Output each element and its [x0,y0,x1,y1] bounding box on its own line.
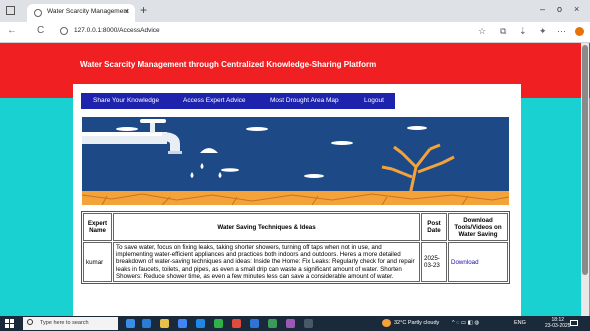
language-indicator[interactable]: ENG [514,320,526,326]
app-icon-generic[interactable] [214,319,223,328]
clock-date: 23-03-2025 [545,323,571,329]
nav-access-expert-advice[interactable]: Access Expert Advice [183,97,246,104]
search-icon [27,319,33,325]
clock[interactable]: 18:12 23-03-2025 [545,317,571,329]
url-text: 127.0.0.1:8000/AccessAdvice [74,27,160,34]
weather-text: 32°C Partly cloudy [394,320,440,326]
weather-icon[interactable] [382,319,391,327]
minimize-icon[interactable]: – [540,4,545,14]
browser-tab[interactable]: Water Scarcity Management × [27,4,135,22]
page-scrollbar[interactable] [581,43,589,316]
window-menu-icon[interactable] [6,6,15,15]
close-window-icon[interactable]: × [574,4,579,14]
drought-tap-illustration [82,117,509,205]
nav-drought-area-map[interactable]: Most Drought Area Map [270,97,339,104]
maximize-icon[interactable]: o [557,4,562,14]
header-download: Download Tools/Videos on Water Saving [448,213,508,241]
post-date: 2025-03-23 [421,242,447,283]
page-viewport: Water Scarcity Management through Centra… [0,43,590,316]
site-info-icon[interactable] [60,27,68,35]
app-icon-browser[interactable] [196,319,205,328]
globe-icon [34,9,42,17]
nav-logout[interactable]: Logout [364,97,384,104]
back-icon[interactable]: ← [7,26,17,36]
tab-title: Water Scarcity Management [47,8,129,15]
refresh-icon[interactable]: C [37,26,44,36]
app-icon-explorer[interactable] [160,319,169,328]
download-icon[interactable]: ⇣ [519,27,527,36]
browser-menu-icon[interactable]: ⋯ [557,27,566,36]
banner-illustration [82,117,509,205]
tray-icons[interactable]: ^ ◌ ▭ ◧ ◍ [452,320,479,326]
windows-start-icon[interactable] [5,319,14,328]
task-view-icon[interactable] [126,319,135,328]
advice-text: To save water, focus on fixing leaks, ta… [113,242,420,283]
new-tab-button[interactable]: + [140,4,147,16]
app-icon-python[interactable] [268,319,277,328]
nav-share-knowledge[interactable]: Share Your Knowledge [93,97,159,104]
header-techniques: Water Saving Techniques & Ideas [113,213,420,241]
table-header-row: Expert Name Water Saving Techniques & Id… [83,213,508,241]
site-title: Water Scarcity Management through Centra… [80,60,377,69]
taskbar: Type here to search 32°C Partly cloudy ^… [0,316,590,331]
advice-table: Expert Name Water Saving Techniques & Id… [81,211,510,285]
main-nav: Share Your Knowledge Access Expert Advic… [81,93,395,109]
download-link[interactable]: Download [451,259,479,266]
taskbar-search[interactable]: Type here to search [23,317,118,330]
header-expert-name: Expert Name [83,213,112,241]
profile-avatar-icon[interactable] [575,27,584,36]
app-icon-edge[interactable] [142,319,151,328]
app-icon-terminal[interactable] [304,319,313,328]
address-toolbar: ← C 127.0.0.1:8000/AccessAdvice ☆ ⧉ ⇣ ✦ … [0,22,590,43]
app-icon-store[interactable] [178,319,187,328]
favorites-star-icon[interactable]: ☆ [478,27,486,36]
extension-icon[interactable]: ✦ [539,27,547,36]
collections-icon[interactable]: ⧉ [500,27,506,36]
app-icon-word[interactable] [250,319,259,328]
app-icon-chrome[interactable] [232,319,241,328]
expert-name: kumar [83,242,112,283]
notification-icon[interactable] [570,320,578,326]
table-row: kumar To save water, focus on fixing lea… [83,242,508,283]
browser-tab-bar: Water Scarcity Management × + – o × [0,0,590,22]
header-post-date: Post Date [421,213,447,241]
address-bar[interactable]: 127.0.0.1:8000/AccessAdvice [56,25,480,39]
download-cell: Download [448,242,508,283]
tab-close-icon[interactable]: × [124,7,129,16]
app-icon-vscode[interactable] [286,319,295,328]
search-placeholder: Type here to search [40,320,89,326]
scrollbar-thumb[interactable] [582,45,588,275]
